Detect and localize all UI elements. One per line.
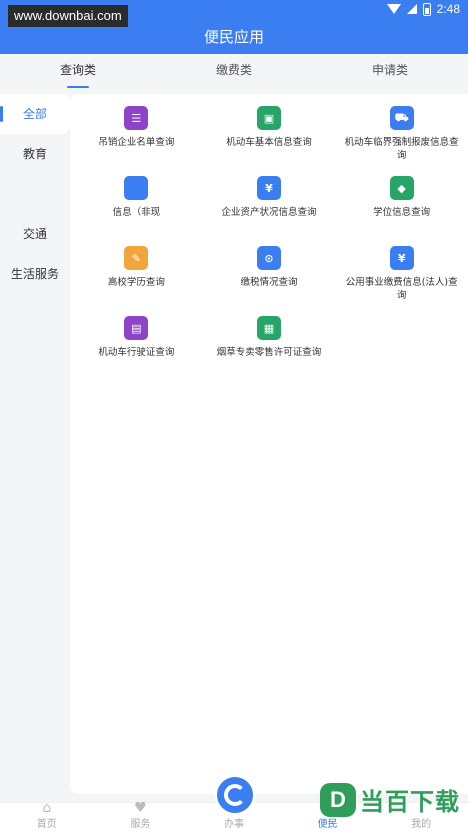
sidebar-item-all[interactable]: 全部 xyxy=(0,94,70,134)
app-item[interactable]: ☰ 吊销企业名单查询 xyxy=(70,106,203,168)
app-item-label: 机动车临界强制报废信息查询 xyxy=(344,137,459,161)
home-icon: ⌂ xyxy=(42,800,52,816)
page-title: 便民应用 xyxy=(203,28,264,46)
brand-watermark: D 当百下载 xyxy=(320,782,460,817)
nav-home-label: 首页 xyxy=(36,819,57,830)
utility-icon: ¥ xyxy=(389,246,414,270)
car-icon: ⛟ xyxy=(389,106,414,130)
app-item-label: 机动车基本信息查询 xyxy=(226,137,312,148)
app-item[interactable]: ▤ 机动车行驶证查询 xyxy=(70,316,203,378)
signal-icon xyxy=(406,4,417,14)
battery-icon xyxy=(422,2,431,16)
asset-icon: ¥ xyxy=(256,176,281,200)
education-icon: ✎ xyxy=(124,246,149,270)
app-item[interactable]: ¥ 公用事业缴费信息(法人)查询 xyxy=(335,246,468,308)
nav-office-label: 办事 xyxy=(223,819,244,830)
app-item-label: 烟草专卖零售许可证查询 xyxy=(216,347,322,358)
tab-payment[interactable]: 缴费类 xyxy=(156,54,312,88)
sidebar: 全部 教育 交通 生活服务 xyxy=(0,94,70,294)
app-item[interactable]: ◆ 学位信息查询 xyxy=(335,176,468,238)
app-item[interactable]: ▦ 烟草专卖零售许可证查询 xyxy=(203,316,336,378)
list-icon: ☰ xyxy=(124,106,149,130)
nav-convenience-label: 便民 xyxy=(317,819,338,830)
permit-icon: ▦ xyxy=(256,316,281,340)
app-item-label: 公用事业缴费信息(法人)查询 xyxy=(345,277,458,301)
heart-icon: ♥ xyxy=(134,800,147,816)
app-item[interactable]: 信息（非现 xyxy=(70,176,203,238)
status-icons: 2:48 xyxy=(386,2,460,16)
app-header: www.downbai.com 2:48 便民应用 xyxy=(0,0,468,54)
nav-mine-label: 我的 xyxy=(411,819,432,830)
office-icon xyxy=(224,784,246,806)
watermark: www.downbai.com xyxy=(8,5,128,27)
tax-icon: ⊙ xyxy=(256,246,281,270)
app-item[interactable]: ✎ 高校学历查询 xyxy=(70,246,203,308)
app-item-label: 缴税情况查询 xyxy=(240,277,298,288)
sidebar-item-education[interactable]: 教育 xyxy=(0,134,70,174)
car-info-icon: ▣ xyxy=(256,106,281,130)
app-item-label: 学位信息查询 xyxy=(373,207,431,218)
nav-service-label: 服务 xyxy=(130,819,151,830)
app-item-label: 吊销企业名单查询 xyxy=(98,137,175,148)
status-bar: www.downbai.com 2:48 xyxy=(0,0,468,27)
wifi-icon xyxy=(386,4,401,14)
sidebar-item-traffic[interactable]: 交通 xyxy=(0,214,70,254)
app-item-label: 企业资产状况信息查询 xyxy=(221,207,317,218)
tab-query[interactable]: 查询类 xyxy=(0,54,156,88)
app-item[interactable]: ▣ 机动车基本信息查询 xyxy=(203,106,336,168)
tab-application[interactable]: 申请类 xyxy=(312,54,468,88)
sidebar-item-life-service[interactable]: 生活服务 xyxy=(0,254,70,294)
nav-home[interactable]: ⌂ 首页 xyxy=(0,800,94,832)
degree-icon: ◆ xyxy=(389,176,414,200)
app-grid-panel: ☰ 吊销企业名单查询 ▣ 机动车基本信息查询 ⛟ 机动车临界强制报废信息查询信息（非现 ¥ 企… xyxy=(70,94,468,794)
brand-text: 当百下载 xyxy=(360,788,460,816)
app-item[interactable]: ⛟ 机动车临界强制报废信息查询 xyxy=(335,106,468,168)
nav-service[interactable]: ♥ 服务 xyxy=(94,800,188,832)
category-tabs: 查询类 缴费类 申请类 xyxy=(0,54,468,88)
app-item-label: 高校学历查询 xyxy=(107,277,165,288)
app-item[interactable]: ⊙ 缴税情况查询 xyxy=(203,246,336,308)
sidebar-item-blurred[interactable] xyxy=(0,174,70,214)
license-icon: ▤ xyxy=(124,316,149,340)
app-grid: ☰ 吊销企业名单查询 ▣ 机动车基本信息查询 ⛟ 机动车临界强制报废信息查询信息（非现 ¥ 企… xyxy=(70,106,468,378)
app-item-label: 机动车行驶证查询 xyxy=(98,347,175,358)
brand-logo: D xyxy=(320,782,356,817)
app-item-label: 信息（非现 xyxy=(112,207,161,218)
status-time: 2:48 xyxy=(436,2,460,16)
info-icon xyxy=(124,176,149,200)
office-center-button[interactable] xyxy=(214,774,256,816)
app-item[interactable]: ¥ 企业资产状况信息查询 xyxy=(203,176,336,238)
